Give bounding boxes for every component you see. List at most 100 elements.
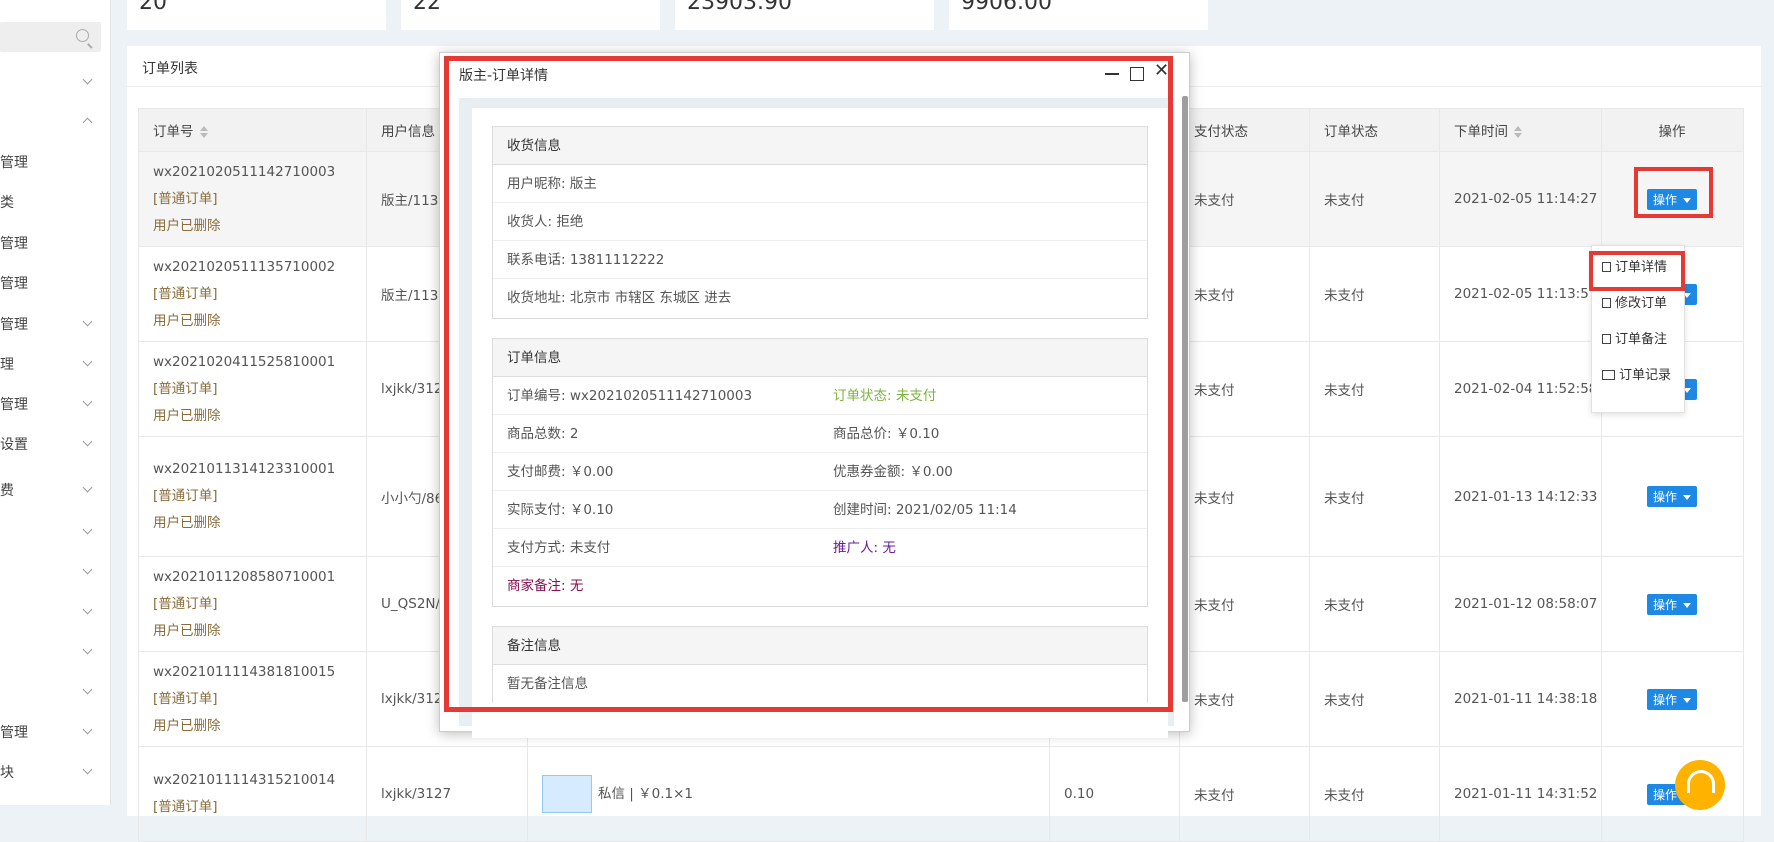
sidebar-item[interactable]: 块	[0, 762, 101, 782]
sidebar-item[interactable]: 管理	[0, 394, 101, 414]
sort-icon[interactable]	[1514, 126, 1522, 138]
sidebar-item[interactable]: 理	[0, 354, 101, 374]
caret-down-icon	[1683, 602, 1691, 608]
pay-status: 未支付	[1194, 490, 1235, 507]
menu-item-order-log[interactable]: 订单记录	[1592, 364, 1684, 388]
chevron-down-icon	[82, 356, 93, 367]
order-amount: 0.10	[1064, 786, 1095, 802]
col-order-time[interactable]: 下单时间	[1439, 108, 1602, 152]
order-type: [普通订单]	[153, 799, 218, 815]
pay-status: 未支付	[1194, 193, 1235, 209]
actions-button[interactable]: 操作	[1646, 688, 1697, 710]
sidebar-item[interactable]	[0, 602, 101, 622]
sidebar-item[interactable]	[0, 562, 101, 582]
highlight-box	[1589, 251, 1685, 291]
goods-thumbnail	[542, 775, 592, 813]
chevron-down-icon	[82, 604, 93, 615]
pay-status: 未支付	[1194, 383, 1235, 399]
chevron-down-icon	[82, 482, 93, 493]
chevron-down-icon	[82, 524, 93, 535]
caret-down-icon	[1683, 697, 1691, 703]
order-no: wx2021011114315210014	[153, 772, 336, 788]
sidebar-item-label: 理	[0, 357, 14, 373]
sidebar-item-label: 类	[0, 195, 14, 211]
stat-value: 9906.00	[961, 0, 1052, 15]
chevron-down-icon	[82, 564, 93, 575]
order-status: 未支付	[1324, 383, 1365, 399]
search-icon[interactable]	[76, 29, 89, 42]
user-info: lxjkk/3127	[381, 786, 452, 802]
col-order-no[interactable]: 订单号	[138, 108, 367, 152]
order-status: 未支付	[1324, 788, 1365, 804]
sort-icon[interactable]	[199, 126, 208, 138]
customer-service-button[interactable]	[1675, 760, 1725, 810]
actions-button[interactable]: 操作	[1646, 593, 1697, 615]
order-no: wx2021011114381810015	[153, 663, 336, 680]
pay-status: 未支付	[1194, 598, 1235, 614]
order-time: 2021-01-12 08:58:07	[1454, 596, 1598, 612]
card-title: 订单列表	[142, 61, 198, 77]
order-deleted: 用户已删除	[153, 622, 221, 639]
sidebar-item-label: 管理	[0, 397, 28, 413]
order-type: [普通订单]	[153, 380, 218, 397]
goods-info: 私信 | ￥0.1×1	[598, 786, 694, 802]
edit-icon	[1602, 298, 1611, 308]
sidebar-item[interactable]	[0, 112, 101, 132]
chevron-down-icon	[82, 74, 93, 85]
pay-status: 未支付	[1194, 788, 1235, 804]
order-time: 2021-02-05 11:14:27	[1454, 191, 1598, 207]
sidebar-item[interactable]: 费	[0, 480, 101, 500]
scrollbar[interactable]	[1182, 96, 1188, 702]
order-type: [普通订单]	[153, 285, 218, 302]
sidebar-search[interactable]	[0, 22, 101, 52]
stat-card: 22	[401, 0, 660, 30]
headset-icon	[1687, 770, 1715, 793]
order-no: wx2021020511142710003	[153, 163, 336, 180]
order-type: [普通订单]	[153, 190, 218, 207]
order-deleted: 用户已删除	[153, 717, 221, 734]
pay-status: 未支付	[1194, 693, 1235, 709]
menu-item-order-remark[interactable]: 订单备注	[1592, 328, 1684, 352]
keyboard-icon	[1602, 370, 1615, 380]
chevron-down-icon	[82, 724, 93, 735]
col-order-status: 订单状态	[1309, 108, 1440, 152]
pay-status: 未支付	[1194, 288, 1235, 304]
stat-value: 22	[413, 0, 441, 15]
order-time: 2021-01-11 14:31:52	[1454, 786, 1598, 802]
order-time: 2021-02-05 11:13:57	[1454, 286, 1598, 302]
order-no: wx2021020411525810001	[153, 353, 336, 370]
chevron-down-icon	[82, 684, 93, 695]
user-info: 版主/113	[381, 288, 439, 304]
sidebar-item-label: 管理	[0, 276, 28, 292]
sidebar-item[interactable]	[0, 72, 101, 92]
sidebar-item[interactable]: 管理	[0, 722, 101, 742]
sidebar-item[interactable]: 管理	[0, 233, 101, 253]
chevron-down-icon	[82, 764, 93, 775]
order-time: 2021-01-13 14:12:33	[1454, 488, 1598, 505]
sidebar-item[interactable]	[0, 642, 101, 662]
order-deleted: 用户已删除	[153, 515, 221, 531]
sidebar-item[interactable]	[0, 682, 101, 702]
sidebar-item-label: 设置	[0, 437, 28, 453]
copy-icon	[1602, 334, 1611, 344]
sidebar-item[interactable]: 管理	[0, 152, 101, 172]
col-pay-status: 支付状态	[1179, 108, 1310, 152]
sidebar-item[interactable]: 设置	[0, 434, 101, 454]
chevron-down-icon	[82, 316, 93, 327]
sidebar-item-label: 块	[0, 765, 14, 781]
sidebar-item[interactable]: 管理	[0, 314, 101, 334]
sidebar-item-label: 管理	[0, 725, 28, 741]
actions-button[interactable]: 操作	[1646, 486, 1697, 507]
order-time: 2021-02-04 11:52:58	[1454, 381, 1598, 397]
sidebar-item-label: 费	[0, 483, 14, 499]
sidebar-item[interactable]	[0, 522, 101, 542]
order-deleted: 用户已删除	[153, 407, 221, 424]
stat-card: 20	[127, 0, 386, 30]
order-deleted: 用户已删除	[153, 312, 221, 329]
sidebar-item[interactable]: 类	[0, 192, 101, 212]
order-type: [普通订单]	[153, 488, 218, 504]
col-actions: 操作	[1601, 108, 1744, 152]
menu-item-edit-order[interactable]: 修改订单	[1592, 292, 1684, 316]
sidebar-item[interactable]: 管理	[0, 273, 101, 293]
order-no: wx2021020511135710002	[153, 258, 336, 275]
